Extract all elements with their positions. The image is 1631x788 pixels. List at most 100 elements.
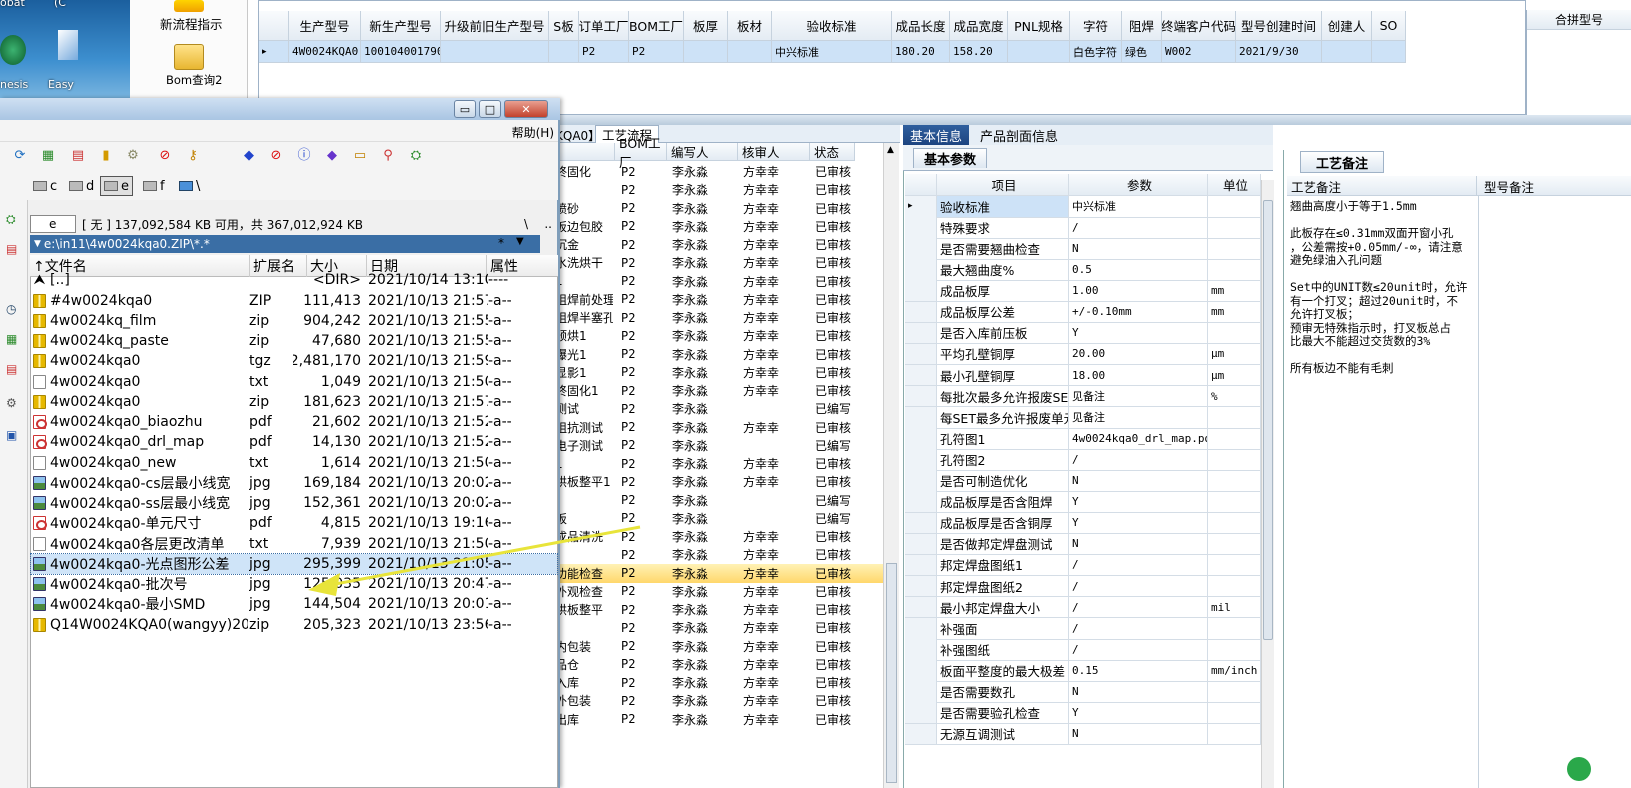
process-row[interactable]: 喷砂 P2 李永淼 方幸幸 已审核	[555, 199, 885, 218]
folder-icon[interactable]	[174, 44, 204, 70]
grid-col-header[interactable]: PNL规格	[1008, 11, 1070, 41]
file-row[interactable]: #4w0024kqa0 ZIP 111,413 2021/10/13 21:57 -a-…	[31, 290, 557, 311]
grid-col-header[interactable]: 成品长度	[892, 11, 950, 41]
process-row[interactable]: 电子测试 P2 李永淼 已编写	[555, 436, 885, 455]
process-scrollbar[interactable]: ▲	[883, 143, 899, 788]
info-row[interactable]: 是否可制造优化 N	[905, 470, 1261, 492]
drive-e[interactable]: e	[100, 176, 133, 196]
file-row[interactable]: 4w0024kqa0_drl_map pdf 14,130 2021/10/13 21…	[31, 432, 557, 453]
process-col-name[interactable]	[555, 143, 615, 161]
file-row[interactable]: 4w0024kq_paste zip 47,680 2021/10/13 21:55-…	[31, 331, 557, 352]
row-indicator[interactable]: ▸	[259, 41, 289, 63]
close-button[interactable]: ✕	[504, 100, 548, 118]
grid-cell[interactable]	[549, 41, 579, 63]
row-indicator[interactable]: ▸	[905, 196, 937, 218]
chevron-down-icon[interactable]: ▼	[34, 239, 41, 249]
folder-icon[interactable]: ▭	[352, 148, 368, 164]
row-indicator[interactable]	[905, 660, 937, 682]
grid-col-header[interactable]: 阻焊	[1122, 11, 1162, 41]
process-row[interactable]: 阻抗测试 P2 李永淼 方幸幸 已审核	[555, 418, 885, 437]
forbid-icon[interactable]: ⊘	[157, 148, 173, 164]
info-row[interactable]: 最大翘曲度% 0.5	[905, 259, 1261, 281]
info-icon[interactable]: ⓘ	[296, 148, 312, 164]
process-row[interactable]: 水洗烘干 P2 李永淼 方幸幸 已审核	[555, 253, 885, 272]
menu-help[interactable]: 帮助(H)	[512, 124, 554, 141]
forbid-icon[interactable]: ⊘	[268, 148, 284, 164]
row-indicator[interactable]	[905, 322, 937, 345]
settings-icon[interactable]: ⚙	[6, 396, 17, 410]
info-row[interactable]: 补强图纸 /	[905, 639, 1261, 661]
doc-icon[interactable]: ▤	[6, 242, 17, 256]
drive-c[interactable]: c	[30, 176, 60, 196]
filter-star[interactable]: *	[498, 236, 504, 250]
row-indicator[interactable]	[905, 407, 937, 429]
scroll-thumb[interactable]	[886, 563, 897, 783]
info-col-unit[interactable]: 单位	[1208, 174, 1261, 196]
process-row[interactable]: 外观检查 P2 李永淼 方幸幸 已审核	[555, 582, 885, 601]
row-indicator[interactable]	[905, 470, 937, 492]
process-row[interactable]: P2 李永淼 方幸幸 已审核	[555, 180, 885, 199]
info-row[interactable]: 最小邦定焊盘大小 / mil	[905, 596, 1261, 619]
file-row[interactable]: 4w0024kqa0-光点图形公差 jpg 295,399 2021/10/13 21…	[30, 552, 558, 575]
file-row[interactable]: 4w0024kqa0 zip 181,623 2021/10/13 21:57 -a--	[31, 392, 557, 413]
file-row[interactable]: 4w0024kqa0 tgz 2,481,170 2021/10/13 21:59 -a…	[31, 351, 557, 372]
row-indicator[interactable]	[905, 681, 937, 703]
grid-cell[interactable]: 180.20	[892, 41, 950, 63]
flow-item-label[interactable]: 新流程指示	[160, 14, 223, 33]
file-row[interactable]: ⮝ [..] <DIR> 2021/10/14 13:10 ----	[31, 270, 557, 291]
row-indicator[interactable]	[905, 364, 937, 387]
process-row[interactable]: 外包装 P2 李永淼 方幸幸 已审核	[555, 691, 885, 710]
grid-cell[interactable]: 10010400179097	[361, 41, 441, 63]
grid-col-header[interactable]: 验收标准	[772, 11, 892, 41]
process-row[interactable]: 终固化 P2 李永淼 方幸幸 已审核	[555, 162, 885, 181]
file-row[interactable]: 4w0024kqa0-单元尺寸 pdf 4,815 2021/10/13 19:16-…	[31, 513, 557, 534]
file-row[interactable]: 4w0024kqa0-cs层最小线宽 jpg 169,184 2021/10/13 2…	[31, 473, 557, 494]
desktop-app-icon[interactable]	[58, 30, 78, 60]
info-row[interactable]: 特殊要求 /	[905, 217, 1261, 239]
flag-icon[interactable]: ◆	[241, 148, 257, 164]
tab-profile-info[interactable]: 产品剖面信息	[973, 125, 1065, 145]
grid-icon[interactable]: ▦	[6, 332, 17, 346]
process-row[interactable]: 板 P2 李永淼 已编写	[555, 509, 885, 528]
process-row[interactable]: 入库 P2 李永淼 方幸幸 已审核	[555, 673, 885, 692]
row-indicator[interactable]	[905, 385, 937, 408]
process-row[interactable]: 成品清洗 P2 李永淼 方幸幸 已审核	[555, 527, 885, 546]
grid-cell[interactable]: 中兴标准	[772, 41, 892, 63]
process-col-status[interactable]: 状态	[810, 143, 855, 161]
file-row[interactable]: 4w0024kqa0-最小SMD jpg 144,504 2021/10/13 20:…	[31, 594, 557, 615]
row-indicator[interactable]	[905, 280, 937, 302]
info-row[interactable]: 成品板厚是否含阻焊 Y	[905, 491, 1261, 513]
process-col-writer[interactable]: 编写人	[667, 143, 738, 161]
tree-icon[interactable]: ⛭	[6, 212, 16, 227]
file-row[interactable]: 4w0024kqa0-批次号 jpg 125,035 2021/10/13 20:47…	[31, 574, 557, 595]
bookmark-icon[interactable]: ▮	[98, 148, 114, 164]
image-icon[interactable]: ▣	[6, 428, 17, 442]
info-row[interactable]: 是否入库前压板 Y	[905, 322, 1261, 345]
file-row[interactable]: Q14W0024KQA0(wangyy)202.. zip 205,323 2021/…	[31, 614, 557, 635]
info-row[interactable]: 是否需要验孔检查 Y	[905, 702, 1261, 724]
row-indicator[interactable]	[905, 723, 937, 745]
process-col-factory[interactable]: BOM工厂	[615, 136, 667, 170]
process-row[interactable]: 出库 P2 李永淼 方幸幸 已审核	[555, 710, 885, 729]
info-row[interactable]: 成品板厚是否含铜厚 Y	[905, 512, 1261, 534]
row-indicator[interactable]	[905, 512, 937, 534]
info-row[interactable]: 是否需要翘曲检查 N	[905, 238, 1261, 260]
file-manager-titlebar[interactable]	[0, 98, 560, 120]
tab-process-notes[interactable]: 工艺备注	[1300, 151, 1384, 173]
row-indicator[interactable]	[905, 238, 937, 260]
grid-col-header[interactable]: 生产型号	[289, 11, 361, 41]
info-row[interactable]: 平均孔壁铜厚 20.00 μm	[905, 343, 1261, 366]
info-row[interactable]: 每SET最多允许报废单元 见备注	[905, 407, 1261, 429]
info-row[interactable]: 成品板厚 1.00 mm	[905, 280, 1261, 302]
info-row[interactable]: 邦定焊盘图纸1/	[905, 554, 1261, 577]
row-indicator[interactable]	[905, 259, 937, 281]
chevron-down-icon[interactable]: ▼	[516, 236, 524, 247]
process-row[interactable]: P2 李永淼 方幸幸 已审核	[555, 545, 885, 564]
grid-cell[interactable]	[1322, 41, 1372, 63]
grid-col-header[interactable]: 订单工厂	[579, 11, 629, 41]
grid-col-header[interactable]: S板	[549, 11, 579, 41]
drive-f[interactable]: f	[140, 176, 168, 196]
info-row[interactable]: 是否需要数孔 N	[905, 681, 1261, 703]
model-grid-row[interactable]: ▸4W0024KQA010010400179097 P2P2 中兴标准180.201…	[259, 41, 1406, 63]
info-row[interactable]: 无源互调测试 N	[905, 723, 1261, 745]
